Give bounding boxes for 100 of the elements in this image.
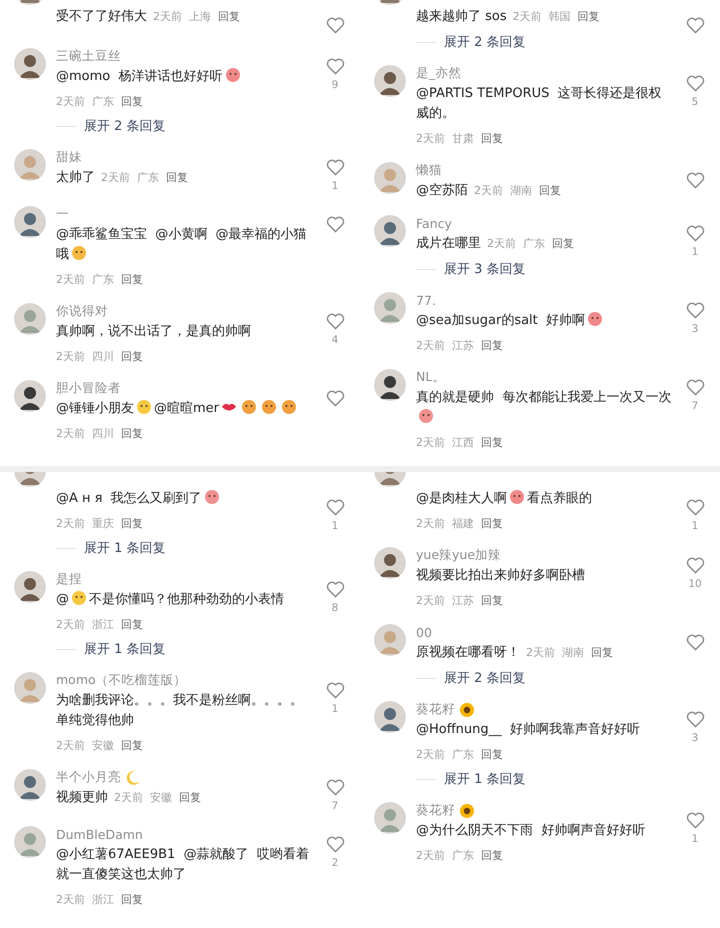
expand-replies-link[interactable]: 展开 2 条回复 (444, 669, 526, 687)
reply-link[interactable]: 回复 (481, 594, 503, 607)
like-count: 7 (692, 400, 698, 412)
avatar[interactable] (14, 571, 46, 603)
user-name[interactable]: 是_亦然 (416, 65, 462, 82)
user-name[interactable]: 甜妹 (56, 149, 82, 166)
expand-replies-link[interactable]: 展开 1 条回复 (444, 770, 526, 788)
reply-link[interactable]: 回复 (552, 237, 574, 250)
like-count: 1 (332, 180, 338, 192)
reply-link[interactable]: 回复 (539, 184, 561, 197)
expand-replies-link[interactable]: 展开 2 条回复 (444, 33, 526, 51)
heart-icon[interactable] (686, 711, 704, 728)
user-name[interactable]: yue辣yue加辣 (416, 547, 502, 564)
heart-icon[interactable] (686, 172, 704, 189)
avatar[interactable] (14, 769, 46, 801)
reply-link[interactable]: 回复 (218, 10, 240, 23)
user-name[interactable]: 你说得对 (56, 303, 108, 320)
comment-text: @PARTIS TEMPORUS 这哥长得还是很权威的。 (416, 86, 662, 121)
avatar[interactable] (14, 206, 46, 238)
comment-time: 2天前 (101, 171, 130, 184)
user-name[interactable]: 胆小冒险者 (56, 380, 121, 397)
reply-link[interactable]: 回复 (578, 10, 600, 23)
expand-replies-link[interactable]: 展开 1 条回复 (84, 640, 166, 658)
reply-link[interactable]: 回复 (121, 618, 143, 631)
user-name[interactable]: momo（不吃榴莲版） (56, 672, 187, 689)
user-name[interactable]: 懒猫 (416, 162, 442, 179)
heart-icon[interactable] (326, 581, 344, 598)
reply-link[interactable]: 回复 (121, 427, 143, 440)
comment-time: 2天前 (512, 10, 542, 23)
reply-link[interactable]: 回复 (121, 350, 143, 363)
reply-link[interactable]: 回复 (481, 132, 503, 145)
comment-location: 上海 (189, 10, 211, 23)
user-name[interactable]: 半个小月亮 (56, 769, 121, 786)
heart-icon[interactable] (326, 390, 344, 407)
user-name[interactable]: Fancy (416, 216, 452, 231)
heart-icon[interactable] (326, 499, 344, 516)
user-name[interactable]: 是捏 (56, 571, 82, 588)
user-name[interactable]: NL。 (416, 369, 446, 386)
reply-link[interactable]: 回复 (481, 436, 503, 449)
heart-icon[interactable] (686, 302, 704, 319)
user-name[interactable]: 葵花籽 (416, 701, 455, 718)
comment-time: 2天前 (56, 350, 85, 363)
like-count: 1 (332, 520, 338, 532)
heart-icon[interactable] (326, 17, 344, 34)
comment-text: 视频更帅 (56, 789, 108, 807)
heart-icon[interactable] (686, 17, 704, 34)
user-name[interactable]: 00 (416, 625, 432, 640)
reply-link[interactable]: 回复 (179, 791, 201, 804)
comment-text: @是肉桂大人啊 (416, 491, 507, 506)
reply-link[interactable]: 回复 (121, 739, 143, 752)
avatar[interactable] (374, 701, 406, 733)
comment-text: @为什么阴天不下雨 好帅啊声音好好听 (416, 823, 646, 838)
heart-icon[interactable] (326, 216, 344, 233)
expand-replies-link[interactable]: 展开 3 条回复 (444, 260, 526, 278)
avatar[interactable] (374, 547, 406, 579)
reply-link[interactable]: 回复 (481, 748, 503, 761)
avatar[interactable] (374, 215, 406, 247)
comment-text: @锤锤小朋友 (56, 401, 134, 416)
reply-link[interactable]: 回复 (166, 171, 188, 184)
comment-location: 广东 (523, 237, 545, 250)
reply-link[interactable]: 回复 (481, 517, 503, 530)
reply-link[interactable]: 回复 (481, 339, 503, 352)
heart-icon[interactable] (686, 499, 704, 516)
comment-time: 2天前 (474, 184, 503, 197)
avatar[interactable] (14, 48, 46, 80)
reply-link[interactable]: 回复 (591, 646, 613, 659)
avatar[interactable] (374, 65, 406, 97)
heart-icon[interactable] (686, 379, 704, 396)
user-name[interactable]: DumBleDamn (56, 827, 143, 842)
heart-icon[interactable] (326, 836, 344, 853)
comment-text: 受不了了好伟大 (56, 8, 147, 26)
heart-icon[interactable] (686, 557, 704, 574)
comment-time: 2天前 (56, 95, 85, 108)
like-count: 2 (332, 857, 338, 869)
reply-link[interactable]: 回复 (121, 95, 143, 108)
heart-icon[interactable] (326, 779, 344, 796)
reply-link[interactable]: 回复 (121, 893, 143, 906)
heart-icon[interactable] (686, 225, 704, 242)
heart-icon[interactable] (686, 634, 704, 651)
heart-icon[interactable] (326, 58, 344, 75)
expand-replies-link[interactable]: 展开 2 条回复 (84, 117, 166, 135)
user-name[interactable]: 三碗土豆丝 (56, 48, 121, 65)
heart-icon[interactable] (686, 75, 704, 92)
user-name[interactable]: 一 (56, 206, 69, 223)
reply-link[interactable]: 回复 (481, 849, 503, 862)
heart-icon[interactable] (326, 682, 344, 699)
avatar[interactable] (374, 369, 406, 401)
reply-link[interactable]: 回复 (121, 517, 143, 530)
heart-icon[interactable] (326, 159, 344, 176)
comment-text: @sea加sugar的salt 好帅啊 (416, 313, 586, 328)
reply-link[interactable]: 回复 (121, 273, 143, 286)
heart-icon[interactable] (326, 313, 344, 330)
user-name[interactable]: 77. (416, 293, 436, 308)
comment-text: 真帅啊，说不出话了，是真的帅啊 (56, 324, 251, 339)
avatar[interactable] (14, 380, 46, 412)
user-name[interactable]: 葵花籽 (416, 802, 455, 819)
expand-replies-link[interactable]: 展开 1 条回复 (84, 539, 166, 557)
heart-icon[interactable] (686, 812, 704, 829)
comment-location: 广东 (452, 748, 474, 761)
like-count: 3 (692, 323, 698, 335)
